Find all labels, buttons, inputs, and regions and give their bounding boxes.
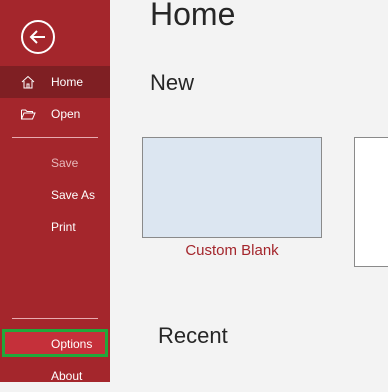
sidebar-divider: [12, 137, 98, 138]
new-section-heading: New: [150, 70, 195, 95]
sidebar-item-label: About: [51, 369, 83, 383]
home-icon: [21, 75, 35, 89]
sidebar-divider: [12, 318, 98, 319]
sidebar-item-print[interactable]: Print: [0, 211, 110, 243]
sidebar-item-open[interactable]: Open: [0, 98, 110, 130]
template-custom-blank[interactable]: [142, 137, 322, 238]
recent-section-heading: Recent: [158, 323, 228, 348]
sidebar-item-options[interactable]: Options: [0, 328, 110, 360]
template-label[interactable]: Custom Blank: [142, 242, 322, 259]
page-title: Home: [150, 0, 236, 32]
sidebar-item-label: Save As: [51, 188, 96, 202]
sidebar-item-label: Save: [51, 156, 79, 170]
backstage-sidebar: Home Open Save Save As Print Options Abo…: [0, 0, 110, 383]
sidebar-item-label: Open: [51, 107, 81, 121]
back-arrow-icon: [29, 30, 45, 44]
template-card[interactable]: [354, 137, 388, 267]
back-button[interactable]: [21, 20, 55, 54]
sidebar-item-save[interactable]: Save: [0, 147, 110, 179]
sidebar-item-home[interactable]: Home: [0, 66, 110, 98]
sidebar-item-save-as[interactable]: Save As: [0, 179, 110, 211]
sidebar-item-label: Options: [51, 337, 93, 351]
sidebar-item-label: Home: [51, 75, 84, 89]
sidebar-item-label: Print: [51, 220, 76, 234]
folder-open-icon: [21, 109, 36, 120]
sidebar-item-about[interactable]: About: [0, 360, 110, 392]
